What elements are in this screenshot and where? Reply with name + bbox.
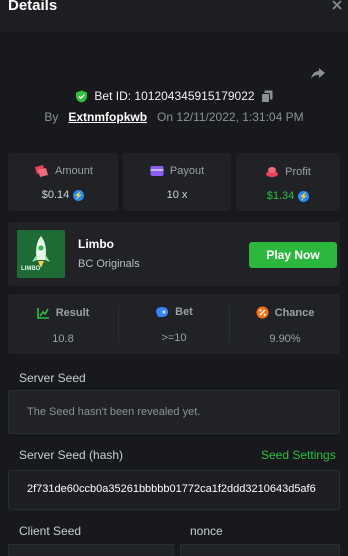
nonce-label: nonce bbox=[190, 524, 223, 538]
shield-check-icon bbox=[76, 90, 88, 102]
profit-value: $1.34 bbox=[266, 190, 295, 202]
modal-header: Details bbox=[0, 0, 348, 32]
payout-card: Payout 10 x bbox=[123, 153, 231, 211]
game-provider: BC Originals bbox=[78, 258, 140, 270]
user-link[interactable]: Extnmfopkwb bbox=[68, 110, 147, 124]
result-icon bbox=[36, 308, 49, 319]
coin-icon: ⚡ bbox=[73, 189, 85, 201]
bet-id-row: Bet ID: 101204345915179022 bbox=[0, 88, 348, 104]
server-seed-hash-label: Server Seed (hash) bbox=[19, 448, 124, 462]
coins-icon bbox=[266, 167, 279, 177]
result-column: Result 10.8 bbox=[8, 294, 118, 354]
server-seed-hash-field[interactable]: 2f731de60ccb0a35261bbbbb01772ca1f2ddd321… bbox=[8, 470, 340, 510]
amount-card: Amount $0.14 ⚡ bbox=[8, 153, 118, 211]
amount-value: $0.14 bbox=[41, 189, 70, 201]
game-thumbnail: LIMBO bbox=[17, 230, 65, 278]
chance-value: 9.90% bbox=[269, 333, 301, 345]
client-seed-label: Client Seed bbox=[19, 524, 82, 538]
bet-value: >=10 bbox=[161, 332, 187, 344]
modal-title: Details bbox=[8, 0, 58, 14]
result-value: 10.8 bbox=[52, 333, 74, 345]
bet-column: Bet >=10 bbox=[119, 294, 229, 354]
game-name: Limbo bbox=[78, 237, 114, 251]
profit-card: Profit $1.34 ⚡ bbox=[236, 153, 340, 211]
payout-value: 10 x bbox=[166, 189, 188, 201]
nonce-field[interactable] bbox=[180, 544, 340, 556]
copy-icon[interactable] bbox=[260, 90, 273, 103]
wallet-icon bbox=[150, 166, 164, 176]
server-seed-label: Server Seed bbox=[19, 371, 86, 385]
play-now-button[interactable]: Play Now bbox=[249, 242, 337, 268]
bet-author-row: By Extnmfopkwb On 12/11/2022, 1:31:04 PM bbox=[0, 110, 348, 124]
bet-details-card: Result 10.8 Bet >=10 Chance 9.90% bbox=[8, 294, 340, 354]
client-seed-field[interactable] bbox=[8, 544, 174, 556]
bet-icon bbox=[156, 307, 169, 317]
bet-id: Bet ID: 101204345915179022 bbox=[94, 89, 255, 103]
chance-label: Chance bbox=[274, 306, 315, 319]
payout-label: Payout bbox=[169, 165, 205, 177]
thumb-label: LIMBO bbox=[21, 266, 41, 272]
profit-label: Profit bbox=[285, 165, 311, 178]
coin-icon: ⚡ bbox=[298, 190, 310, 202]
game-card: LIMBO Limbo BC Originals Play Now bbox=[8, 222, 340, 286]
by-label: By bbox=[44, 110, 59, 124]
seed-settings-link[interactable]: Seed Settings bbox=[261, 448, 336, 462]
money-icon bbox=[35, 165, 49, 177]
bet-date: 12/11/2022, 1:31:04 PM bbox=[176, 110, 304, 124]
on-label: On bbox=[157, 110, 174, 124]
server-seed-hash-value: 2f731de60ccb0a35261bbbbb01772ca1f2ddd321… bbox=[27, 483, 316, 495]
amount-label: Amount bbox=[55, 165, 93, 177]
chance-column: Chance 9.90% bbox=[230, 294, 340, 354]
share-icon[interactable] bbox=[309, 64, 327, 82]
bet-label: Bet bbox=[175, 306, 193, 318]
result-label: Result bbox=[55, 306, 90, 319]
server-seed-field[interactable]: The Seed hasn't been revealed yet. bbox=[8, 390, 340, 434]
percent-icon bbox=[256, 306, 269, 319]
server-seed-value: The Seed hasn't been revealed yet. bbox=[27, 406, 201, 418]
close-icon[interactable] bbox=[330, 0, 344, 12]
